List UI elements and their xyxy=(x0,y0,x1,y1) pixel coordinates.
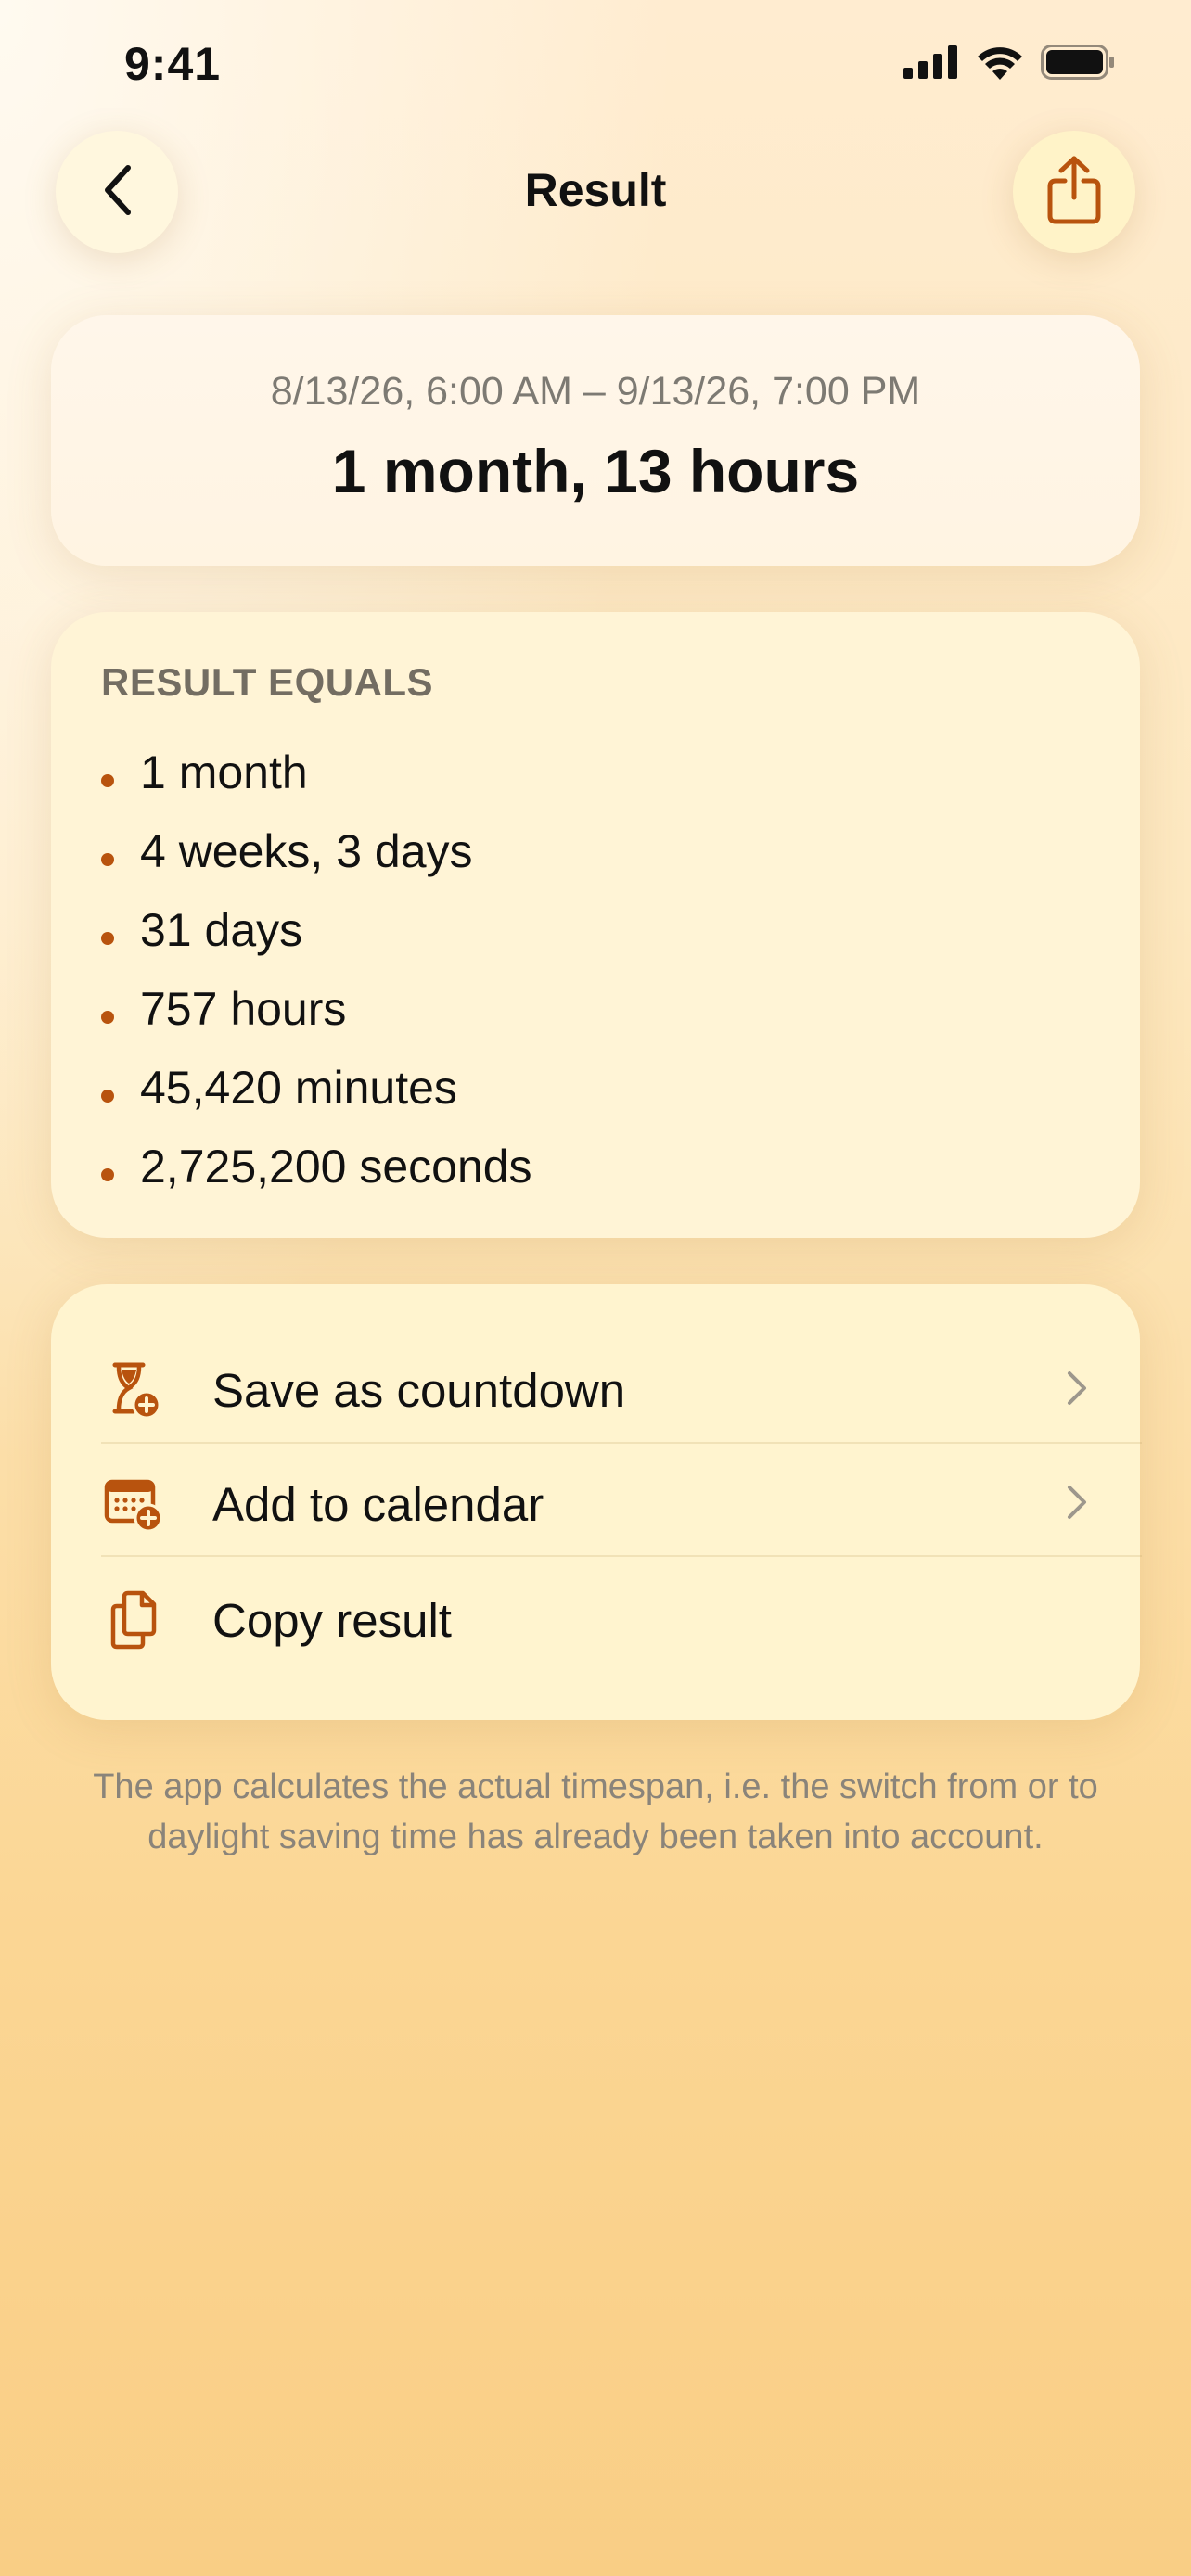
action-label: Save as countdown xyxy=(212,1363,626,1417)
list-item: 757 hours xyxy=(101,969,532,1048)
list-item-text: 4 weeks, 3 days xyxy=(140,824,473,877)
divider xyxy=(101,1442,1142,1444)
list-item-text: 1 month xyxy=(140,746,308,798)
status-icons xyxy=(903,45,1115,84)
list-item: 31 days xyxy=(101,890,532,969)
result-duration: 1 month, 13 hours xyxy=(331,437,860,505)
list-item-text: 757 hours xyxy=(140,982,347,1035)
share-icon xyxy=(1044,155,1104,230)
list-item: 2,725,200 seconds xyxy=(101,1127,532,1205)
chevron-right-icon xyxy=(1066,1484,1088,1525)
result-equals-card: RESULT EQUALS 1 month 4 weeks, 3 days 31… xyxy=(51,612,1140,1238)
list-item: 1 month xyxy=(101,733,532,811)
calendar-plus-icon xyxy=(101,1472,166,1537)
actions-card: Save as countdown Add to calendar Copy r… xyxy=(51,1284,1142,1720)
result-equals-heading: RESULT EQUALS xyxy=(101,660,434,704)
date-range: 8/13/26, 6:00 AM – 9/13/26, 7:00 PM xyxy=(270,369,921,414)
battery-icon xyxy=(1041,45,1115,84)
list-item-text: 2,725,200 seconds xyxy=(140,1140,532,1192)
chevron-right-icon xyxy=(1066,1370,1088,1411)
copy-result-button[interactable]: Copy result xyxy=(101,1562,1142,1677)
bullet-icon xyxy=(101,931,114,945)
summary-card: 8/13/26, 6:00 AM – 9/13/26, 7:00 PM 1 mo… xyxy=(51,315,1140,566)
list-item-text: 45,420 minutes xyxy=(140,1061,457,1114)
hourglass-plus-icon xyxy=(101,1358,166,1422)
status-bar: 9:41 xyxy=(0,0,1191,139)
footer-note: The app calculates the actual timespan, … xyxy=(93,1767,1098,1856)
bullet-icon xyxy=(101,1089,114,1103)
list-item: 45,420 minutes xyxy=(101,1048,532,1127)
bullet-icon xyxy=(101,1010,114,1024)
list-item-text: 31 days xyxy=(140,903,303,956)
share-button[interactable] xyxy=(1013,131,1135,253)
result-equals-list: 1 month 4 weeks, 3 days 31 days 757 hour… xyxy=(101,733,532,1205)
copy-documents-icon xyxy=(101,1588,166,1652)
action-label: Add to calendar xyxy=(212,1477,544,1531)
wifi-icon xyxy=(976,45,1024,84)
divider xyxy=(101,1555,1142,1557)
action-label: Copy result xyxy=(212,1593,452,1647)
list-item: 4 weeks, 3 days xyxy=(101,811,532,890)
cellular-signal-icon xyxy=(903,45,959,83)
add-to-calendar-button[interactable]: Add to calendar xyxy=(101,1447,1142,1562)
status-time: 9:41 xyxy=(124,38,222,90)
save-as-countdown-button[interactable]: Save as countdown xyxy=(101,1333,1142,1447)
bullet-icon xyxy=(101,852,114,866)
bullet-icon xyxy=(101,773,114,787)
bullet-icon xyxy=(101,1167,114,1181)
